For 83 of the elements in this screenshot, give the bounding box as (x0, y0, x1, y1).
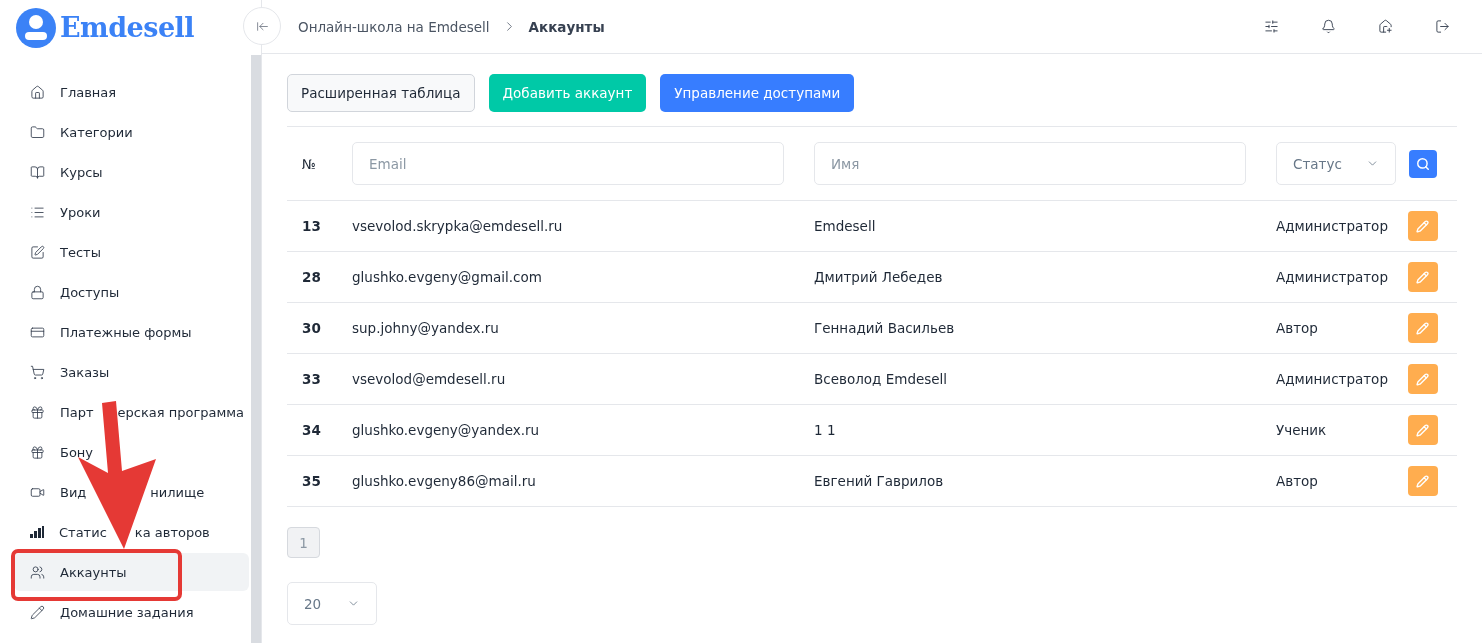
column-header: № (301, 155, 318, 172)
table-cell-text: 34 (301, 422, 322, 438)
table-cell-text: Emdesell (814, 218, 877, 234)
edit-button[interactable] (1407, 262, 1438, 292)
sidebar-item[interactable]: Заказы (14, 353, 249, 391)
pencil-icon (1416, 423, 1429, 437)
sidebar-item[interactable]: Вид нилище (14, 473, 249, 511)
bell-icon (1320, 19, 1336, 34)
house-icon (1377, 19, 1393, 34)
email-filter-field[interactable]: Email (352, 142, 784, 185)
search-button[interactable] (1408, 149, 1437, 178)
edit-button[interactable] (1407, 364, 1438, 394)
breadcrumb-item[interactable]: Онлайн-школа на Emdesell (298, 18, 490, 35)
table-cell-text: Автор (1276, 320, 1319, 336)
logout-icon (1434, 19, 1450, 34)
table-cell-text: Геннадий Васильев (814, 320, 956, 336)
table-cell-text: 1 1 (814, 422, 837, 438)
table-cell-text: 35 (301, 473, 322, 489)
table-cell-text: 30 (301, 320, 322, 336)
edit-button[interactable] (1407, 211, 1438, 241)
table-cell-text: 33 (301, 371, 322, 387)
edit-button[interactable] (1407, 466, 1438, 496)
table-cell-text: Дмитрий Лебедев (814, 269, 944, 285)
home-icon (30, 84, 45, 100)
table-cell-text: glushko.evgeny@yandex.ru (352, 422, 541, 438)
edit-button[interactable] (1407, 415, 1438, 445)
table-cell-text: vsevolod@emdesell.ru (352, 371, 507, 387)
table-cell-text: Ученик (1276, 422, 1328, 438)
status-filter-select[interactable]: Статус (1276, 142, 1396, 185)
pencil-icon (1416, 372, 1429, 386)
arrow-left-to-line-icon (255, 19, 269, 33)
logo-icon (16, 7, 56, 48)
bar-chart-icon (30, 526, 44, 538)
table-cell-text: Администратор (1276, 371, 1389, 387)
gift-icon (30, 404, 45, 420)
edit-button[interactable] (1407, 313, 1438, 343)
lock-icon (30, 284, 45, 300)
gift-icon (30, 444, 45, 460)
scrollbar[interactable] (251, 55, 261, 643)
edit-icon (30, 244, 45, 260)
users-icon (30, 564, 45, 580)
sidebar-item[interactable]: Тесты (14, 233, 249, 271)
toolbar-button[interactable]: Расширенная таблица (287, 74, 475, 112)
sidebar-item[interactable]: Статис ка авторов (14, 513, 249, 551)
table-cell-text: sup.johny@yandex.ru (352, 320, 500, 336)
page-size-select[interactable]: 20 (287, 582, 377, 625)
sidebar-item[interactable]: Категории (14, 113, 249, 151)
table-cell-text: Администратор (1276, 269, 1389, 285)
sidebar-item[interactable]: Парт ерская программа (14, 393, 249, 431)
pencil-icon (1416, 270, 1429, 284)
list-icon (30, 204, 45, 220)
table-cell-text: 13 (301, 218, 322, 234)
sidebar-item[interactable]: Доступы (14, 273, 249, 311)
table-cell-text: glushko.evgeny@gmail.com (352, 269, 543, 285)
breadcrumb-item: Аккаунты (528, 18, 605, 35)
sidebar-item[interactable]: Платежные формы (14, 313, 249, 351)
sidebar-item[interactable]: Аккаунты (14, 553, 249, 591)
pencil-icon (30, 604, 45, 620)
table-cell-text: Всеволод Emdesell (814, 371, 949, 387)
search-icon (1415, 156, 1430, 171)
name-filter-field[interactable]: Имя (814, 142, 1246, 185)
sidebar-item[interactable]: Уроки (14, 193, 249, 231)
folder-icon (30, 124, 45, 140)
table-cell-text: glushko.evgeny86@mail.ru (352, 473, 537, 489)
sidebar-item[interactable]: Домашние задания (14, 593, 249, 631)
table-cell-text: Администратор (1276, 218, 1389, 234)
card-icon (30, 324, 45, 340)
sidebar-item[interactable]: Главная (14, 73, 249, 111)
pencil-icon (1416, 321, 1429, 335)
settings-sliders-icon (1263, 19, 1279, 34)
collapse-sidebar-button[interactable] (243, 7, 281, 45)
table-cell-text: vsevolod.skrypka@emdesell.ru (352, 218, 564, 234)
sidebar-item[interactable]: Бону (14, 433, 249, 471)
toolbar-button[interactable]: Управление доступами (660, 74, 855, 112)
table-cell-text: 28 (301, 269, 322, 285)
cart-icon (30, 364, 45, 380)
book-icon (30, 164, 45, 180)
logo-text: Emdesell (60, 12, 195, 43)
pencil-icon (1416, 219, 1429, 233)
pencil-icon (1416, 474, 1429, 488)
sidebar-item[interactable]: Курсы (14, 153, 249, 191)
table-cell-text: Автор (1276, 473, 1319, 489)
table-cell-text: Евгений Гаврилов (814, 473, 945, 489)
